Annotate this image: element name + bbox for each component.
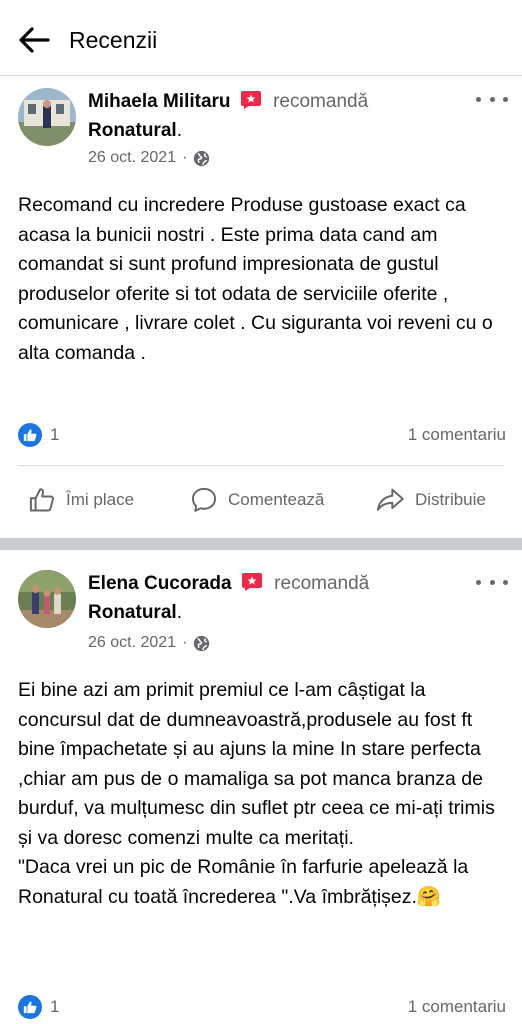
action-bar: Îmi place Comentează Distribuie xyxy=(0,478,522,522)
top-bar: Recenzii xyxy=(0,0,522,76)
avatar[interactable] xyxy=(18,88,76,146)
globe-icon xyxy=(194,150,210,166)
page-title: Recenzii xyxy=(69,27,158,53)
review-text: Ei bine azi am primit premiul ce l-am câ… xyxy=(18,679,495,908)
review-post: Elena Cucorada recomandă Ronatural. 26 o… xyxy=(0,550,522,1024)
period: . xyxy=(176,120,182,141)
author-name[interactable]: Elena Cucorada xyxy=(88,573,232,594)
recommend-label: recomandă xyxy=(273,91,369,112)
more-options-button[interactable] xyxy=(476,572,508,592)
divider xyxy=(18,465,504,466)
more-options-button[interactable] xyxy=(476,89,508,109)
period: . xyxy=(176,602,182,623)
comment-label: Comentează xyxy=(228,490,325,509)
post-meta: 26 oct. 2021 · xyxy=(88,632,210,654)
like-reaction-icon xyxy=(18,995,42,1019)
page-name[interactable]: Ronatural xyxy=(88,120,177,141)
meta-dot: · xyxy=(182,634,188,651)
dot-icon xyxy=(476,96,481,102)
review-header: Mihaela Militaru recomandă xyxy=(88,89,368,115)
post-separator xyxy=(0,538,522,550)
comment-count[interactable]: 1 comentariu xyxy=(408,425,506,445)
share-icon xyxy=(376,488,404,511)
review-post: Mihaela Militaru recomandă Ronatural. 26… xyxy=(0,77,522,538)
dot-icon xyxy=(476,579,481,585)
like-count: 1 xyxy=(50,997,60,1016)
post-stats: 1 1 comentariu xyxy=(18,995,506,1019)
arrow-left-icon xyxy=(19,27,50,53)
globe-icon xyxy=(194,635,210,651)
post-date[interactable]: 26 oct. 2021 xyxy=(88,632,176,654)
share-button[interactable]: Distribuie xyxy=(375,478,486,522)
post-date[interactable]: 26 oct. 2021 xyxy=(88,147,176,169)
like-count-group[interactable]: 1 xyxy=(18,423,59,447)
like-button[interactable]: Îmi place xyxy=(28,478,134,522)
page-line: Ronatural. xyxy=(88,118,182,144)
dot-icon xyxy=(489,96,495,102)
review-header: Elena Cucorada recomandă xyxy=(88,571,369,597)
page-line: Ronatural. xyxy=(88,600,182,626)
page-name[interactable]: Ronatural xyxy=(88,602,177,623)
like-reaction-icon xyxy=(18,423,42,447)
dot-icon xyxy=(503,96,508,102)
post-stats: 1 1 comentariu xyxy=(18,423,506,447)
like-count: 1 xyxy=(50,425,60,444)
recommend-icon xyxy=(241,573,262,591)
author-name[interactable]: Mihaela Militaru xyxy=(88,91,231,112)
like-count-group[interactable]: 1 xyxy=(18,995,59,1019)
recommend-label: recomandă xyxy=(274,573,370,594)
like-label: Îmi place xyxy=(66,490,135,509)
back-button[interactable] xyxy=(14,20,54,60)
review-text: Recomand cu incredere Produse gustoase e… xyxy=(18,194,499,364)
dot-icon xyxy=(489,579,495,585)
share-label: Distribuie xyxy=(415,490,486,509)
recommend-icon xyxy=(240,91,261,109)
comment-icon xyxy=(191,487,217,512)
comment-button[interactable]: Comentează xyxy=(190,478,324,522)
comment-count[interactable]: 1 comentariu xyxy=(408,997,506,1017)
meta-dot: · xyxy=(182,149,188,166)
dot-icon xyxy=(503,579,508,585)
avatar[interactable] xyxy=(18,570,76,628)
thumbs-up-icon xyxy=(29,488,54,512)
post-meta: 26 oct. 2021 · xyxy=(88,147,210,169)
